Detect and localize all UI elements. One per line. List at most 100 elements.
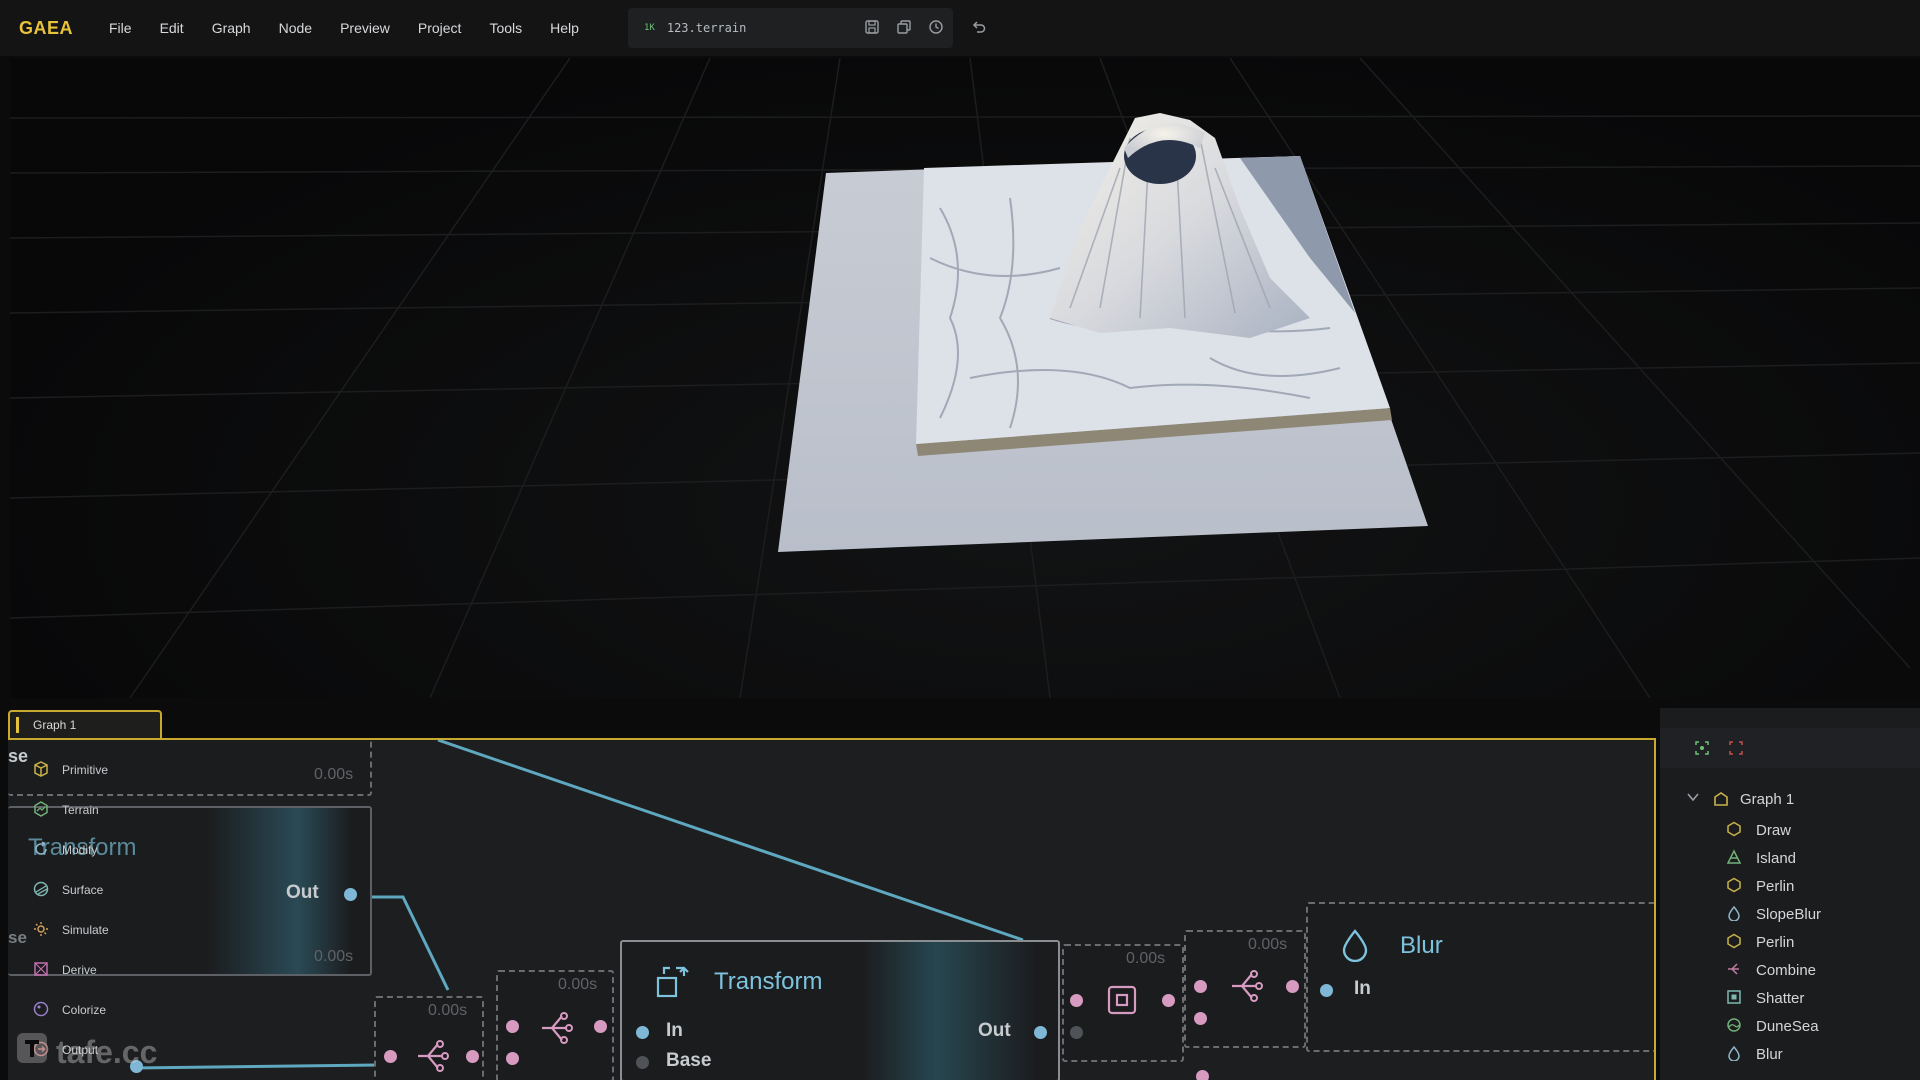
partial-transform-out-port[interactable]	[344, 888, 357, 901]
combine-b-out-port[interactable]	[594, 1020, 607, 1033]
graph-tab-label: Graph 1	[33, 718, 77, 732]
combine-node-b[interactable]: 0.00s	[496, 970, 614, 1080]
menu-edit[interactable]: Edit	[146, 20, 198, 36]
combine-c-in-port-1[interactable]	[1194, 980, 1207, 993]
colorize-icon	[32, 1000, 52, 1020]
simulate-icon	[32, 920, 52, 940]
drop-icon	[1726, 1045, 1744, 1063]
menu-file[interactable]: File	[109, 20, 146, 36]
menu-project[interactable]: Project	[404, 20, 476, 36]
blur-in-port[interactable]	[1320, 984, 1333, 997]
tree-item-slopeblur[interactable]: SlopeBlur	[1726, 900, 1821, 928]
transform-out-port[interactable]	[1034, 1026, 1047, 1039]
shatter-node[interactable]: 0.00s	[1062, 944, 1184, 1062]
transform-base-port[interactable]	[636, 1056, 649, 1069]
graph-icon	[1712, 790, 1730, 808]
tree-items: Draw Island Perlin SlopeBlur Perlin Comb…	[1726, 816, 1821, 1068]
graph-canvas[interactable]: se 0.00s Transform Out 0.00s se Primitiv…	[8, 738, 1656, 1080]
menu-preview[interactable]: Preview	[326, 20, 404, 36]
transform-title: Transform	[714, 968, 823, 995]
menu-help[interactable]: Help	[536, 20, 593, 36]
dune-icon	[1726, 1017, 1744, 1035]
node-category-list: Primitive Terrain Modify Surface Simulat…	[14, 750, 134, 1070]
menu-bar: GAEA File Edit Graph Node Preview Projec…	[0, 0, 1920, 56]
duplicate-icon[interactable]	[895, 18, 913, 36]
blur-in-label: In	[1354, 978, 1371, 999]
history-icon[interactable]	[927, 18, 945, 36]
cube-icon	[32, 760, 52, 780]
category-derive[interactable]: Derive	[14, 950, 134, 990]
viewport-scene	[10, 58, 1920, 698]
undo-icon[interactable]	[970, 18, 988, 36]
combine-b-time: 0.00s	[558, 976, 598, 993]
combine-node-a[interactable]: 0.00s	[374, 996, 484, 1080]
transform-base-label: Base	[666, 1050, 712, 1071]
tree-item-draw[interactable]: Draw	[1726, 816, 1821, 844]
expand-icon[interactable]	[1728, 740, 1744, 756]
derive-icon	[32, 960, 52, 980]
transform-in-port[interactable]	[636, 1026, 649, 1039]
category-surface[interactable]: Surface	[14, 870, 134, 910]
partial-node-top-time: 0.00s	[314, 766, 354, 783]
partial-transform-time: 0.00s	[314, 948, 354, 965]
combine-node-c[interactable]: 0.00s	[1184, 930, 1306, 1048]
hexagon-icon	[1726, 877, 1744, 895]
tree-item-dunesea[interactable]: DuneSea	[1726, 1012, 1821, 1040]
shatter-icon	[1726, 989, 1744, 1007]
combine-b-in-port-1[interactable]	[506, 1020, 519, 1033]
transform-node[interactable]: Transform In Base Out	[620, 940, 1060, 1080]
hexagon-icon	[1726, 933, 1744, 951]
combine-icon	[536, 1008, 576, 1053]
combine-c-bottom-port[interactable]	[1196, 1070, 1209, 1080]
category-primitive[interactable]: Primitive	[14, 750, 134, 790]
shatter-icon	[1106, 984, 1138, 1021]
file-box[interactable]: 1K 123.terrain	[628, 8, 953, 48]
category-modify[interactable]: Modify	[14, 830, 134, 870]
mountain-icon	[1726, 849, 1744, 867]
combine-c-out-port[interactable]	[1286, 980, 1299, 993]
tree-item-island[interactable]: Island	[1726, 844, 1821, 872]
menu-node[interactable]: Node	[265, 20, 326, 36]
combine-c-in-port-2[interactable]	[1194, 1012, 1207, 1025]
tree-item-combine[interactable]: Combine	[1726, 956, 1821, 984]
shatter-in-port[interactable]	[1070, 994, 1083, 1007]
menu-graph[interactable]: Graph	[198, 20, 265, 36]
save-icon[interactable]	[863, 18, 881, 36]
transform-icon	[654, 964, 690, 1005]
category-terrain[interactable]: Terrain	[14, 790, 134, 830]
combine-icon	[412, 1036, 452, 1080]
category-colorize[interactable]: Colorize	[14, 990, 134, 1030]
menu-tools[interactable]: Tools	[475, 20, 536, 36]
combine-icon	[1226, 966, 1266, 1011]
combine-icon	[1726, 961, 1744, 979]
resolution-badge[interactable]: 1K	[644, 23, 655, 33]
hexagon-icon	[1726, 821, 1744, 839]
graph-outline-panel: Graph 1 Draw Island Perlin SlopeBlur Per…	[1660, 708, 1920, 1080]
chevron-down-icon[interactable]	[1686, 790, 1700, 808]
tree-root-graph[interactable]: Graph 1	[1686, 790, 1794, 808]
file-name: 123.terrain	[666, 21, 747, 35]
drop-icon	[1726, 905, 1744, 923]
tree-item-perlin-2[interactable]: Perlin	[1726, 928, 1821, 956]
tree-item-blur[interactable]: Blur	[1726, 1040, 1821, 1068]
graph-tab[interactable]: Graph 1	[8, 710, 162, 738]
watermark-logo-icon	[14, 1030, 50, 1074]
tree-item-perlin[interactable]: Perlin	[1726, 872, 1821, 900]
combine-c-time: 0.00s	[1248, 936, 1288, 953]
focus-icon[interactable]	[1694, 740, 1710, 756]
category-simulate[interactable]: Simulate	[14, 910, 134, 950]
outline-toolbar	[1660, 728, 1920, 768]
combine-b-in-port-2[interactable]	[506, 1052, 519, 1065]
drop-icon	[1340, 928, 1370, 967]
terrain-viewport[interactable]	[10, 58, 1920, 698]
tree-item-shatter[interactable]: Shatter	[1726, 984, 1821, 1012]
combine-a-in-port[interactable]	[384, 1050, 397, 1063]
combine-a-out-port[interactable]	[466, 1050, 479, 1063]
app-logo: GAEA	[19, 17, 74, 38]
tree-root-label: Graph 1	[1740, 790, 1795, 808]
blur-node[interactable]: Blur In	[1306, 902, 1654, 1052]
watermark: tafe.cc	[14, 1030, 157, 1074]
shatter-out-port[interactable]	[1162, 994, 1175, 1007]
shatter-mask-port[interactable]	[1070, 1026, 1083, 1039]
blur-title: Blur	[1400, 932, 1443, 959]
